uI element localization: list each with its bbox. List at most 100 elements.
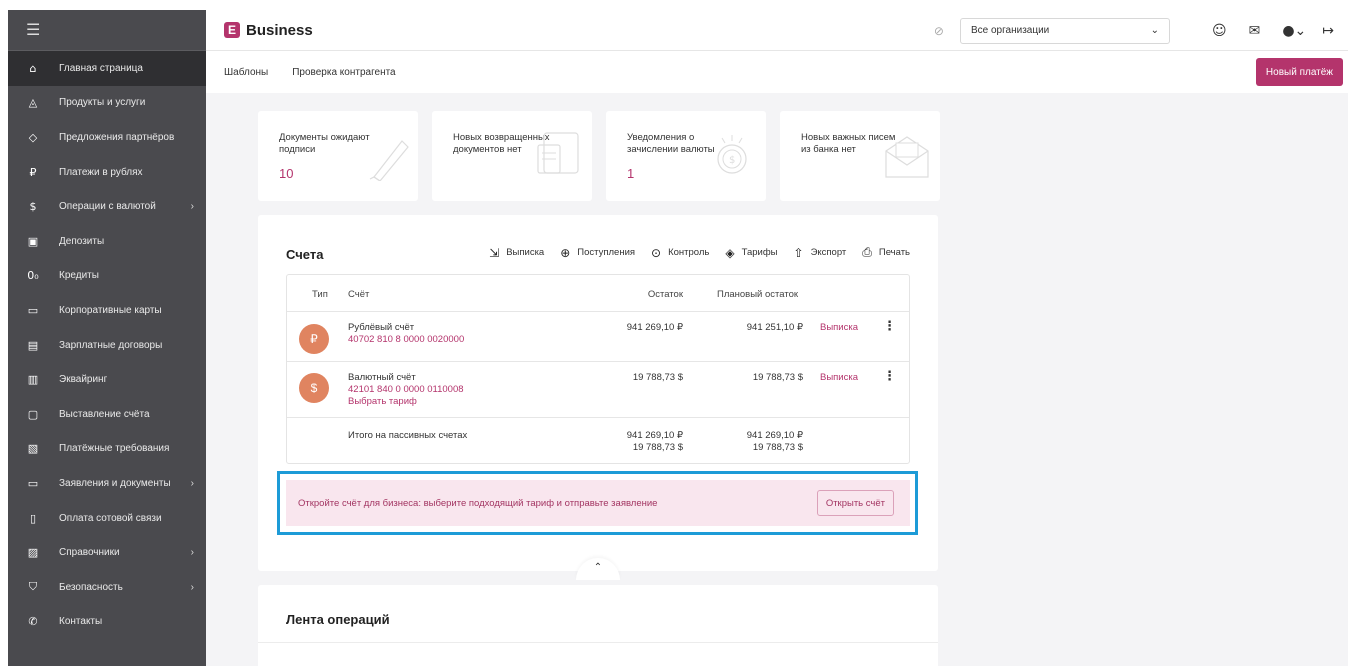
- sidebar-item-label: Операции с валютой: [59, 201, 156, 213]
- sidebar-item-dollar[interactable]: $ Операции с валютой ›: [8, 189, 206, 224]
- tariffs-icon: ◈: [725, 245, 735, 260]
- operations-feed-title: Лента операций: [286, 612, 390, 627]
- ruble-badge-icon: ₽: [299, 324, 329, 354]
- account-name: Валютный счёт: [348, 372, 416, 383]
- tool-label: Печать: [878, 247, 910, 258]
- sidebar-item-contact-phone[interactable]: ✆ Контакты: [8, 605, 206, 640]
- sidebar-item-bag[interactable]: ◬ Продукты и услуги: [8, 86, 206, 121]
- ruble-icon: ₽: [29, 165, 37, 179]
- user-menu-icon[interactable]: ●⌄: [1282, 23, 1306, 39]
- phone-icon: ▯: [29, 511, 37, 525]
- mail-icon[interactable]: ✉: [1249, 23, 1261, 39]
- sidebar-item-payroll[interactable]: ▤ Зарплатные договоры: [8, 328, 206, 363]
- sidebar-item-deposit[interactable]: ▣ Депозиты: [8, 224, 206, 259]
- row-statement-link[interactable]: Выписка: [820, 372, 858, 384]
- more-vertical-icon[interactable]: ⋮: [883, 320, 896, 333]
- divider: [287, 417, 909, 418]
- account-balance: 941 269,10 ₽: [626, 322, 683, 333]
- account-name: Рублёвый счёт: [348, 322, 415, 333]
- card-currency-notifications[interactable]: Уведомления о зачислении валюты 1 $: [606, 111, 766, 201]
- chat-icon[interactable]: ☺: [1212, 23, 1227, 39]
- tool-label: Поступления: [577, 247, 636, 258]
- payroll-icon: ▤: [27, 338, 39, 352]
- dollar-icon: $: [29, 200, 37, 214]
- tool-label: Выписка: [506, 247, 545, 258]
- app-window: ☰ ⌂ Главная страница ◬ Продукты и услуги ◇ Пр…: [8, 10, 1348, 666]
- column-header-account: Счёт: [348, 289, 370, 300]
- counterparty-check-link[interactable]: Проверка контрагента: [292, 67, 395, 78]
- sidebar-item-phone[interactable]: ▯ Оплата сотовой связи: [8, 501, 206, 536]
- chevron-right-icon: ›: [190, 201, 194, 213]
- receipts-button[interactable]: ⊕ Поступления: [560, 246, 635, 260]
- sidebar: ☰ ⌂ Главная страница ◬ Продукты и услуги ◇ Пр…: [8, 10, 206, 666]
- account-number-link[interactable]: 40702 810 8 0000 0020000: [348, 334, 464, 346]
- sidebar-item-folder[interactable]: ▭ Заявления и документы ›: [8, 466, 206, 501]
- sidebar-item-label: Главная страница: [59, 62, 143, 74]
- banner-text: Откройте счёт для бизнеса: выберите подх…: [298, 497, 658, 509]
- organization-select[interactable]: Все организации ⌄: [959, 17, 1170, 44]
- brand-logo-icon: E: [224, 22, 240, 38]
- chevron-down-icon: ⌄: [1150, 25, 1159, 36]
- top-bar: E Business ⊘ Все организации ⌄ ☺ ✉ ●⌄ ↦: [206, 10, 1348, 51]
- sidebar-item-book[interactable]: ▨ Справочники ›: [8, 535, 206, 570]
- tool-label: Контроль: [668, 247, 710, 258]
- sidebar-item-request[interactable]: ▧ Платёжные требования: [8, 432, 206, 467]
- credit-icon: 0₀: [27, 269, 39, 283]
- new-payment-button[interactable]: Новый платёж: [1255, 58, 1343, 86]
- accounts-title: Счета: [286, 247, 324, 262]
- column-header-planned: Плановый остаток: [717, 289, 799, 300]
- menu-icon[interactable]: ☰: [26, 20, 40, 40]
- sidebar-item-label: Справочники: [59, 547, 120, 559]
- open-account-button[interactable]: Открыть счёт: [816, 490, 894, 516]
- tariffs-button[interactable]: ◈ Тарифы: [725, 246, 777, 260]
- accounts-panel: Счета ⇲ Выписка ⊕ Поступления ⊙ Контроль…: [258, 215, 938, 580]
- card-bank-letters[interactable]: Новых важных писем из банка нет: [780, 111, 940, 201]
- card-returned-documents[interactable]: Новых возвращенных документов нет: [432, 111, 592, 201]
- templates-link[interactable]: Шаблоны: [224, 67, 268, 78]
- collapse-icon[interactable]: ⌃: [576, 558, 620, 580]
- sidebar-item-credit[interactable]: 0₀ Кредиты: [8, 259, 206, 294]
- divider: [258, 642, 938, 643]
- divider: [287, 311, 909, 312]
- card-documents-signature[interactable]: Документы ожидают подписи 10: [258, 111, 418, 201]
- request-icon: ▧: [27, 442, 39, 456]
- sidebar-item-invoice[interactable]: ▢ Выставление счёта: [8, 397, 206, 432]
- folder-icon: ▭: [27, 476, 39, 490]
- sidebar-menu: ⌂ Главная страница ◬ Продукты и услуги ◇ Пред…: [8, 51, 206, 639]
- sidebar-item-label: Платёжные требования: [59, 443, 170, 455]
- card-icon: ▭: [27, 303, 39, 317]
- book-icon: ▨: [27, 546, 39, 560]
- sidebar-header: ☰: [8, 10, 206, 51]
- card-counter: 1: [627, 166, 635, 181]
- tag-icon: ◇: [28, 130, 38, 144]
- sidebar-item-shield[interactable]: ⛉ Безопасность ›: [8, 570, 206, 605]
- info-cards: Документы ожидают подписи 10 Новых возвр…: [258, 111, 940, 201]
- sidebar-item-label: Кредиты: [59, 270, 99, 282]
- account-number-link[interactable]: 42101 840 0 0000 0110008: [348, 384, 464, 396]
- envelope-icon: [885, 136, 929, 178]
- shield-icon: ⛉: [28, 580, 38, 594]
- column-header-type: Тип: [312, 289, 328, 300]
- export-button[interactable]: ⇧ Экспорт: [794, 246, 847, 260]
- print-button[interactable]: ⎙ Печать: [862, 245, 910, 260]
- sidebar-item-tag[interactable]: ◇ Предложения партнёров: [8, 120, 206, 155]
- export-icon: ⇧: [793, 245, 804, 260]
- sub-navigation: Шаблоны Проверка контрагента Новый платё…: [206, 51, 1348, 93]
- accounts-toolbar: ⇲ Выписка ⊕ Поступления ⊙ Контроль ◈ Тар…: [473, 245, 910, 260]
- control-button[interactable]: ⊙ Контроль: [651, 246, 709, 260]
- statement-button[interactable]: ⇲ Выписка: [489, 246, 544, 260]
- more-vertical-icon[interactable]: ⋮: [883, 370, 896, 383]
- sidebar-item-ruble[interactable]: ₽ Платежи в рублях: [8, 155, 206, 190]
- logout-icon[interactable]: ↦: [1322, 23, 1334, 39]
- column-header-balance: Остаток: [647, 289, 683, 300]
- statement-icon: ⇲: [489, 245, 500, 260]
- sidebar-item-home[interactable]: ⌂ Главная страница: [8, 51, 206, 86]
- sidebar-item-label: Зарплатные договоры: [59, 339, 163, 351]
- sidebar-item-label: Продукты и услуги: [59, 97, 146, 109]
- row-statement-link[interactable]: Выписка: [820, 322, 858, 334]
- home-icon: ⌂: [29, 61, 37, 75]
- sidebar-item-card[interactable]: ▭ Корпоративные карты: [8, 293, 206, 328]
- choose-tariff-link[interactable]: Выбрать тариф: [348, 396, 417, 408]
- sidebar-item-label: Контакты: [59, 616, 103, 628]
- sidebar-item-terminal[interactable]: ▥ Эквайринг: [8, 362, 206, 397]
